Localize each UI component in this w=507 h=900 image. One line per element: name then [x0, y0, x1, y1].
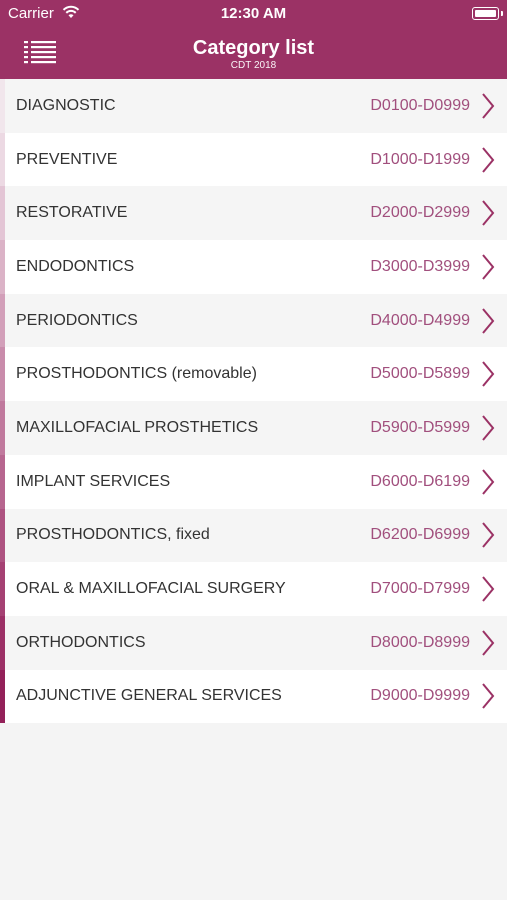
- category-name: ENDODONTICS: [16, 257, 135, 275]
- category-name: PREVENTIVE: [16, 150, 118, 168]
- category-name: PROSTHODONTICS (removable): [16, 365, 257, 383]
- category-row[interactable]: MAXILLOFACIAL PROSTHETICS D5900-D5999: [0, 401, 507, 455]
- chevron-right-icon: [482, 307, 495, 334]
- chevron-right-icon: [482, 361, 495, 387]
- category-name: PERIODONTICS: [16, 311, 138, 329]
- category-row[interactable]: ORAL & MAXILLOFACIAL SURGERY D7000-D7999: [0, 562, 507, 616]
- page-title: Category list: [192, 37, 315, 59]
- category-name: MAXILLOFACIAL PROSTHETICS: [16, 418, 259, 436]
- category-row[interactable]: ORTHODONTICS D8000-D8999: [0, 615, 507, 670]
- category-code-range: D8000-D8999: [370, 633, 470, 651]
- category-name: DIAGNOSTIC: [16, 96, 116, 114]
- category-name: ADJUNCTIVE GENERAL SERVICES: [16, 687, 282, 705]
- chevron-right-icon: [482, 630, 495, 656]
- category-accent-bar: [0, 132, 5, 187]
- category-accent-bar: [0, 240, 5, 294]
- category-row[interactable]: ADJUNCTIVE GENERAL SERVICES D9000-D9999: [0, 669, 507, 724]
- category-name: IMPLANT SERVICES: [16, 472, 171, 490]
- category-code-range: D9000-D9999: [370, 687, 470, 705]
- category-row[interactable]: RESTORATIVE D2000-D2999: [0, 186, 507, 241]
- nav-header: Carrier 12:30 AM Category list CDT 2018: [0, 0, 507, 79]
- category-row[interactable]: IMPLANT SERVICES D6000-D6199: [0, 454, 507, 509]
- category-row[interactable]: PERIODONTICS D4000-D4999: [0, 293, 507, 348]
- category-code-range: D2000-D2999: [370, 204, 470, 222]
- status-bar: Carrier 12:30 AM: [0, 0, 507, 28]
- category-accent-bar: [0, 293, 5, 348]
- chevron-right-icon: [482, 522, 495, 548]
- category-row[interactable]: PROSTHODONTICS (removable) D5000-D5899: [0, 347, 507, 402]
- category-row[interactable]: DIAGNOSTIC D0100-D0999: [0, 79, 507, 133]
- category-row[interactable]: PREVENTIVE D1000-D1999: [0, 132, 507, 187]
- category-accent-bar: [0, 401, 5, 455]
- category-code-range: D5900-D5999: [370, 418, 470, 436]
- category-code-range: D6000-D6199: [370, 472, 470, 490]
- category-accent-bar: [0, 562, 5, 616]
- category-name: PROSTHODONTICS, fixed: [16, 526, 210, 544]
- chevron-right-icon: [482, 146, 495, 173]
- chevron-right-icon: [482, 254, 495, 280]
- category-code-range: D6200-D6999: [370, 526, 470, 544]
- chevron-right-icon: [482, 683, 495, 710]
- chevron-right-icon: [482, 200, 495, 226]
- category-accent-bar: [0, 454, 5, 509]
- category-accent-bar: [0, 615, 5, 670]
- chevron-right-icon: [482, 469, 495, 495]
- category-code-range: D1000-D1999: [370, 150, 470, 168]
- category-accent-bar: [0, 508, 5, 563]
- category-accent-bar: [0, 79, 5, 133]
- category-code-range: D3000-D3999: [370, 257, 470, 275]
- category-code-range: D5000-D5899: [370, 365, 470, 383]
- category-accent-bar: [0, 186, 5, 241]
- category-list: DIAGNOSTIC D0100-D0999 PREVENTIVE D1000-D19…: [0, 79, 507, 724]
- category-code-range: D4000-D4999: [370, 311, 470, 329]
- category-name: ORTHODONTICS: [16, 633, 146, 651]
- category-accent-bar: [0, 669, 5, 724]
- chevron-right-icon: [482, 415, 495, 441]
- category-name: ORAL & MAXILLOFACIAL SURGERY: [16, 580, 286, 598]
- category-code-range: D7000-D7999: [370, 580, 470, 598]
- category-accent-bar: [0, 347, 5, 402]
- category-row[interactable]: ENDODONTICS D3000-D3999: [0, 240, 507, 294]
- clock-time: 12:30 AM: [220, 5, 287, 22]
- category-code-range: D0100-D0999: [370, 96, 470, 114]
- category-row[interactable]: PROSTHODONTICS, fixed D6200-D6999: [0, 508, 507, 563]
- battery-icon: [472, 7, 503, 20]
- chevron-right-icon: [482, 576, 495, 602]
- page-subtitle: CDT 2018: [230, 60, 277, 71]
- chevron-right-icon: [482, 93, 495, 119]
- category-name: RESTORATIVE: [16, 204, 128, 222]
